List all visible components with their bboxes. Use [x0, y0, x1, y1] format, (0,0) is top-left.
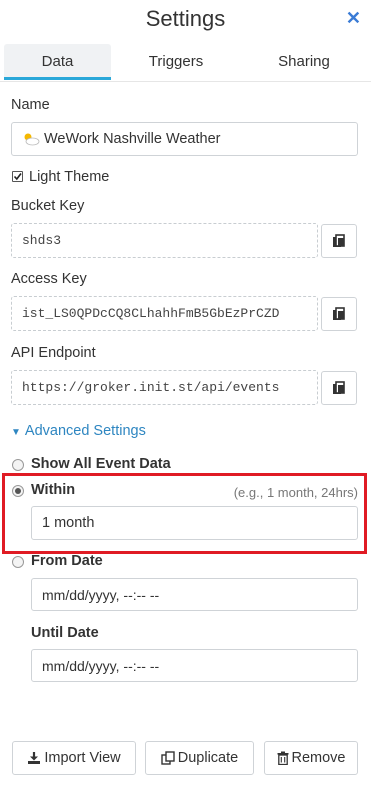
from-date-label: From Date [31, 553, 103, 569]
within-radio[interactable] [12, 485, 24, 497]
import-view-button[interactable]: Import View [12, 741, 136, 775]
close-icon[interactable]: ✕ [346, 8, 361, 29]
light-theme-label: Light Theme [29, 169, 110, 185]
copy-access-key-button[interactable] [321, 297, 357, 331]
name-input[interactable]: WeWork Nashville Weather [11, 122, 358, 156]
duplicate-label: Duplicate [177, 750, 239, 766]
until-date-input[interactable]: mm/dd/yyyy, --:-- -- [31, 649, 358, 682]
access-key-label: Access Key [11, 271, 87, 287]
from-date-input[interactable]: mm/dd/yyyy, --:-- -- [31, 578, 358, 611]
within-input[interactable]: 1 month [31, 506, 358, 540]
advanced-settings-label: Advanced Settings [24, 423, 146, 439]
remove-label: Remove [291, 750, 346, 766]
api-endpoint-field[interactable]: https://groker.init.st/api/events [11, 370, 318, 405]
api-endpoint-label: API Endpoint [11, 345, 96, 361]
within-hint: (e.g., 1 month, 24hrs) [233, 485, 358, 500]
partly-cloudy-icon [22, 132, 40, 146]
clipboard-icon [332, 306, 346, 322]
name-label: Name [11, 97, 50, 113]
trash-icon [277, 751, 292, 765]
light-theme-checkbox[interactable] [12, 171, 23, 182]
duplicate-icon [161, 751, 178, 765]
duplicate-button[interactable]: Duplicate [145, 741, 254, 775]
name-value: WeWork Nashville Weather [44, 131, 221, 147]
advanced-settings-toggle[interactable]: ▼ Advanced Settings [11, 423, 146, 439]
download-icon [27, 751, 44, 765]
until-date-label: Until Date [31, 625, 99, 641]
tab-bar: Data Triggers Sharing [0, 44, 371, 82]
from-date-radio[interactable] [12, 556, 24, 568]
tab-sharing[interactable]: Sharing [246, 44, 362, 80]
copy-bucket-key-button[interactable] [321, 224, 357, 258]
bucket-key-label: Bucket Key [11, 198, 85, 214]
tab-triggers[interactable]: Triggers [120, 44, 232, 80]
import-view-label: Import View [44, 750, 121, 766]
access-key-field[interactable]: ist_LS0QPDcCQ8CLhahhFmB5GbEzPrCZD [11, 296, 318, 331]
clipboard-icon [332, 233, 346, 249]
copy-api-endpoint-button[interactable] [321, 371, 357, 405]
settings-header: Settings ✕ [0, 0, 371, 42]
show-all-radio[interactable] [12, 459, 24, 471]
clipboard-icon [332, 380, 346, 396]
bucket-key-field[interactable]: shds3 [11, 223, 318, 258]
tab-data[interactable]: Data [4, 44, 111, 80]
show-all-label: Show All Event Data [31, 456, 171, 472]
within-label: Within [31, 482, 76, 498]
remove-button[interactable]: Remove [264, 741, 358, 775]
caret-down-icon: ▼ [11, 427, 21, 438]
page-title: Settings [145, 6, 226, 31]
